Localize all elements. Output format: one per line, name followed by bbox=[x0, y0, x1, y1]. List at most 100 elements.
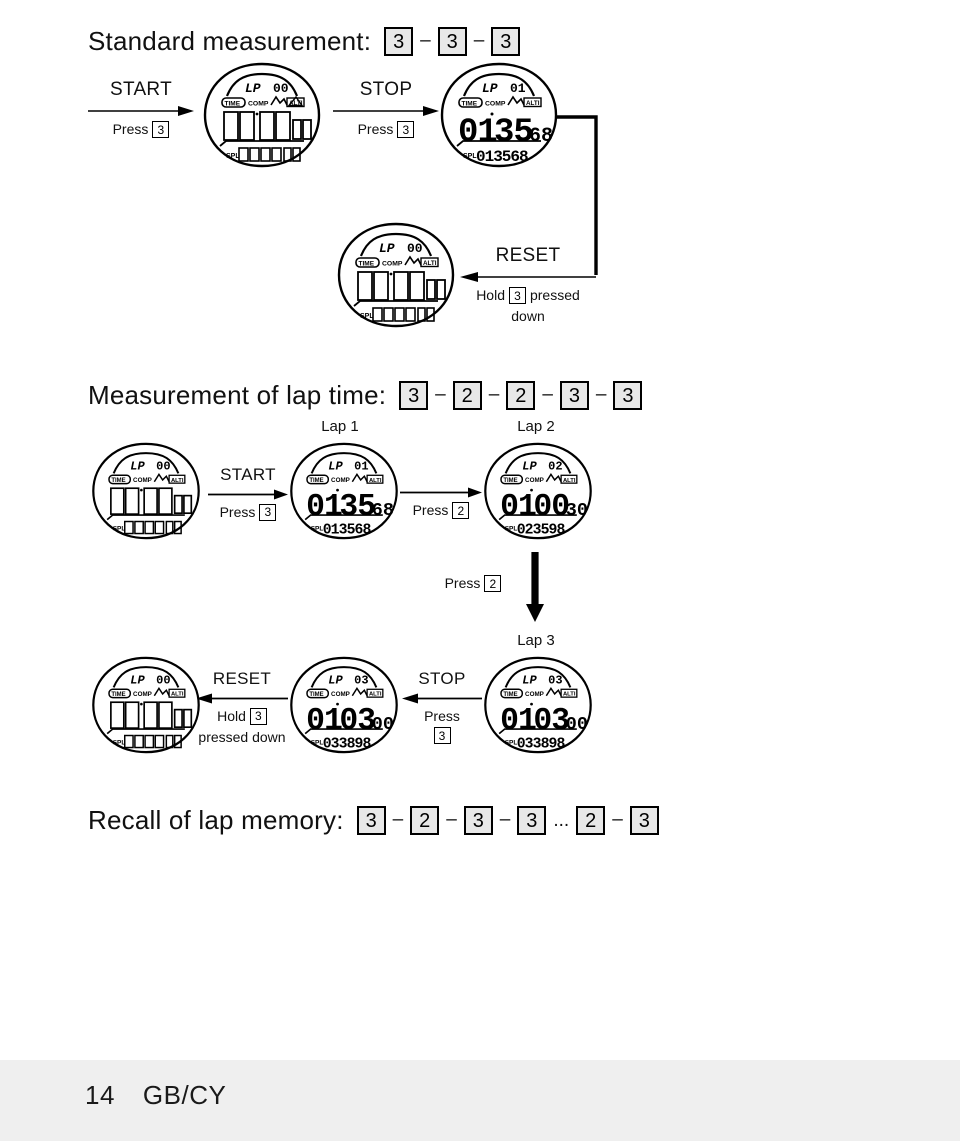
arrow-down-icon bbox=[526, 552, 544, 622]
svg-text:01: 01 bbox=[500, 490, 536, 525]
svg-text:00: 00 bbox=[372, 714, 394, 735]
lcd-display-standard-2: LP 01 TIME COMP ALTI 01 35 68 SPL 013568 bbox=[440, 62, 558, 168]
arrow-top-label: STOP bbox=[359, 79, 413, 100]
svg-text:SPL: SPL bbox=[505, 526, 518, 533]
pressed-down-words: pressed down bbox=[198, 729, 286, 746]
svg-text:ALTI: ALTI bbox=[563, 692, 576, 698]
lap1-label: Lap 1 bbox=[321, 418, 359, 435]
mode-time: TIME bbox=[225, 101, 241, 108]
lp-label: LP bbox=[245, 81, 261, 96]
svg-text:SPL: SPL bbox=[360, 313, 374, 320]
key-badge: 3 bbox=[559, 381, 589, 410]
svg-text:SPL: SPL bbox=[311, 740, 324, 747]
lap-time-heading: Measurement of lap time: 3 – 2 – 2 – 3 –… bbox=[88, 380, 644, 411]
svg-text:ALTI: ALTI bbox=[563, 478, 576, 484]
lap-number: 00 bbox=[273, 81, 289, 96]
svg-text:COMP: COMP bbox=[133, 691, 152, 698]
key-badge: 3 bbox=[613, 381, 643, 410]
svg-text:SPL: SPL bbox=[311, 526, 324, 533]
svg-text:00: 00 bbox=[156, 460, 170, 474]
arrow-bottom-label: Press 3 bbox=[208, 504, 288, 522]
lcd-display-lap-5: LP 03 TIME COMP ALTI 01 03 00 SPL 033898 bbox=[288, 656, 400, 754]
key-badge-small: 3 bbox=[259, 503, 277, 521]
lap-arrow-block: Press 2 bbox=[400, 486, 482, 520]
press-word: Press bbox=[424, 707, 460, 724]
page-footer: 14 GB/CY bbox=[0, 1060, 960, 1141]
page-number: 14 bbox=[85, 1080, 115, 1110]
svg-text:68: 68 bbox=[372, 500, 394, 521]
svg-text:ALTI: ALTI bbox=[369, 478, 382, 484]
arrow-bottom-label: Hold 3 pressed down bbox=[196, 708, 288, 747]
arrow-right-icon bbox=[333, 105, 439, 116]
sequence-dash: – bbox=[473, 29, 485, 51]
sequence-dash: – bbox=[488, 383, 500, 405]
lap3-label: Lap 3 bbox=[517, 632, 555, 649]
arrow-top-label: START bbox=[220, 465, 276, 484]
key-badge-small: 3 bbox=[152, 121, 170, 139]
svg-text:00: 00 bbox=[156, 674, 170, 688]
press-word: Press bbox=[412, 502, 449, 518]
svg-text:TIME: TIME bbox=[462, 101, 478, 108]
svg-text:LP: LP bbox=[328, 460, 343, 474]
lap2-label: Lap 2 bbox=[517, 418, 555, 435]
svg-text:LP: LP bbox=[482, 81, 498, 96]
svg-text:01: 01 bbox=[306, 490, 342, 525]
key-badge-small: 3 bbox=[433, 727, 451, 745]
svg-text:COMP: COMP bbox=[382, 261, 403, 268]
svg-text:ALTI: ALTI bbox=[171, 692, 184, 698]
arrow-bottom-label: Hold 3 pressed down bbox=[460, 287, 596, 326]
sequence-dash: – bbox=[392, 808, 404, 830]
down-word: down bbox=[511, 308, 545, 325]
arrow-top-label: START bbox=[109, 79, 173, 100]
svg-text:TIME: TIME bbox=[503, 478, 517, 484]
svg-text:013568: 013568 bbox=[323, 523, 372, 539]
press-word: Press bbox=[357, 120, 394, 137]
sequence-dash: – bbox=[499, 808, 511, 830]
sequence-dash: – bbox=[446, 808, 457, 830]
arrow-top-label: STOP bbox=[418, 669, 466, 688]
svg-text:30: 30 bbox=[566, 500, 588, 521]
svg-text:COMP: COMP bbox=[525, 477, 544, 484]
svg-text:35: 35 bbox=[339, 490, 375, 525]
svg-text:SPL: SPL bbox=[113, 526, 126, 533]
svg-text:TIME: TIME bbox=[111, 478, 125, 484]
arrow-top-label: RESET bbox=[495, 245, 561, 266]
svg-text:ALTI: ALTI bbox=[423, 260, 437, 267]
svg-text:01: 01 bbox=[306, 704, 342, 739]
press-word: Press bbox=[444, 575, 481, 591]
key-badge: 2 bbox=[506, 381, 536, 410]
key-badge-small: 2 bbox=[484, 575, 502, 593]
spl-label: SPL bbox=[226, 153, 240, 160]
svg-text:023598: 023598 bbox=[517, 523, 566, 539]
arrow-left-icon bbox=[196, 693, 288, 704]
key-badge: 3 bbox=[437, 27, 467, 56]
lcd-display-lap-4: LP 03 TIME COMP ALTI 01 03 00 SPL 033898 bbox=[482, 656, 594, 754]
start-arrow-block-lap: START Press 3 bbox=[208, 465, 288, 522]
lap-time-key-sequence: 3 – 2 – 2 – 3 – 3 bbox=[397, 381, 644, 410]
reset-arrow-block-lap: RESET Hold 3 pressed down bbox=[196, 669, 288, 747]
svg-text:35: 35 bbox=[494, 114, 533, 152]
key-badge-small: 3 bbox=[397, 121, 415, 139]
svg-text:COMP: COMP bbox=[485, 101, 506, 108]
page-region: GB/CY bbox=[142, 1080, 227, 1110]
svg-text:TIME: TIME bbox=[111, 692, 125, 698]
svg-text:COMP: COMP bbox=[331, 691, 350, 698]
svg-text:SPL: SPL bbox=[505, 740, 518, 747]
svg-text:00: 00 bbox=[407, 241, 423, 256]
svg-text:03: 03 bbox=[533, 704, 569, 739]
sequence-dash: – bbox=[435, 383, 446, 405]
svg-text:00: 00 bbox=[533, 490, 569, 525]
svg-text:03: 03 bbox=[339, 704, 375, 739]
svg-text:00: 00 bbox=[566, 714, 588, 735]
recall-heading: Recall of lap memory: 3 – 2 – 3 – 3 ... … bbox=[88, 805, 661, 836]
arrow-left-icon bbox=[402, 693, 482, 704]
arrow-bottom-label: Press 3 bbox=[88, 121, 194, 139]
key-badge: 3 bbox=[356, 806, 386, 835]
standard-key-sequence: 3 – 3 – 3 bbox=[382, 27, 522, 56]
key-badge-small: 3 bbox=[508, 287, 526, 305]
lcd-display-standard-3: LP 00 TIME COMP ALTI SPL bbox=[337, 222, 455, 328]
arrow-left-icon bbox=[460, 271, 596, 282]
arrow-bottom-label: Press 3 bbox=[333, 121, 439, 139]
svg-text:TIME: TIME bbox=[309, 478, 323, 484]
stop-arrow-block-lap: STOP Press 3 bbox=[402, 669, 482, 745]
